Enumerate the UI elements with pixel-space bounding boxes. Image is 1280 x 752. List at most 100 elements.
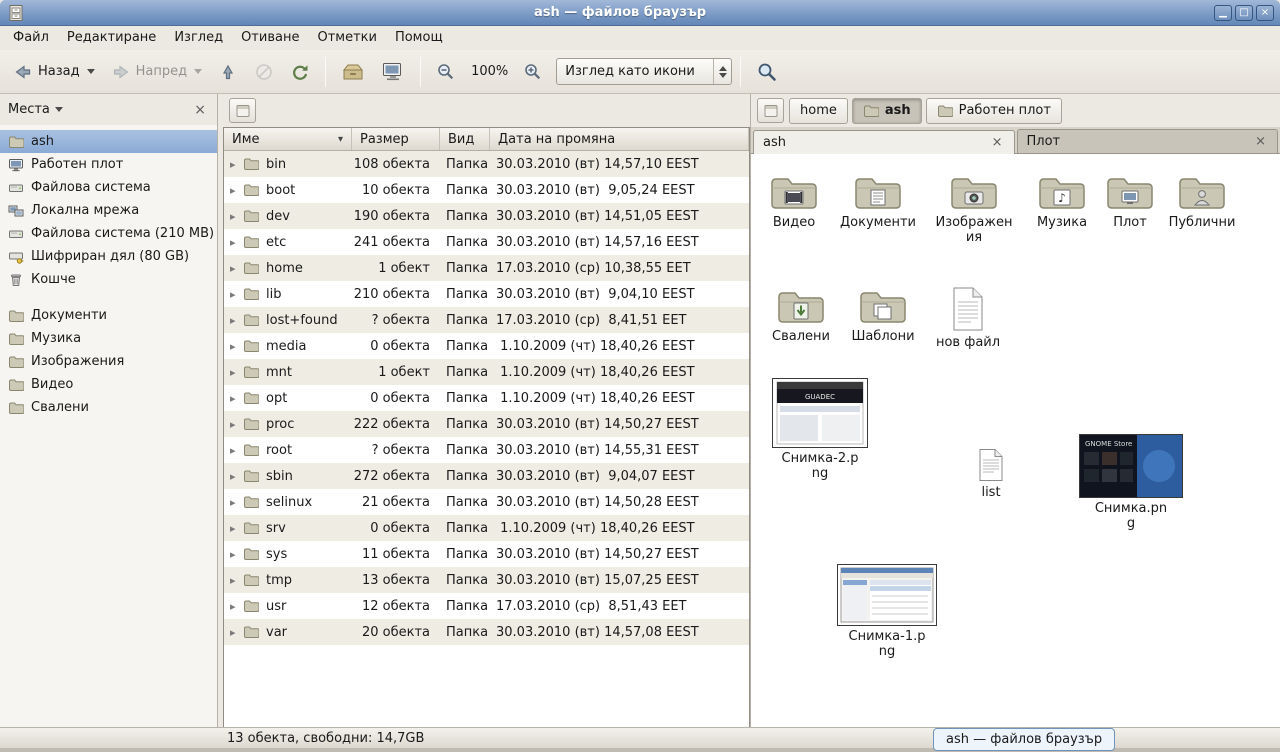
icon-view-item[interactable]: Свалени [758, 286, 844, 344]
zoom-out-button[interactable] [429, 57, 463, 87]
table-row[interactable]: ▸home1 обектПапка17.03.2010 (ср) 10,38,5… [224, 255, 749, 281]
expander-icon[interactable]: ▸ [230, 626, 243, 639]
icon-view-item[interactable]: Изображения [931, 172, 1017, 246]
minimize-button[interactable]: ▁ [1214, 5, 1232, 21]
icon-view-item[interactable]: нов файл [925, 286, 1011, 350]
back-history-dropdown-icon[interactable] [87, 69, 95, 74]
menu-item-3[interactable]: Отиване [232, 26, 308, 50]
sidebar-item[interactable]: Кошче [0, 268, 217, 291]
places-selector[interactable]: Места × [0, 94, 217, 125]
expander-icon[interactable]: ▸ [230, 392, 243, 405]
sidebar-item[interactable]: Изображения [0, 350, 217, 373]
stop-button[interactable] [247, 57, 281, 87]
expander-icon[interactable]: ▸ [230, 496, 243, 509]
expander-icon[interactable]: ▸ [230, 288, 243, 301]
icon-view-item[interactable]: Документи [835, 172, 921, 230]
location-toggle-button[interactable] [757, 98, 784, 123]
icon-view-item[interactable]: Шаблони [840, 286, 926, 344]
expander-icon[interactable]: ▸ [230, 210, 243, 223]
column-header[interactable]: Име▾ [224, 128, 352, 150]
expander-icon[interactable]: ▸ [230, 600, 243, 613]
up-button[interactable] [211, 57, 245, 87]
menu-item-1[interactable]: Редактиране [58, 26, 165, 50]
expander-icon[interactable]: ▸ [230, 470, 243, 483]
sidebar-item[interactable]: Документи [0, 304, 217, 327]
home-button[interactable] [334, 56, 372, 88]
close-button[interactable]: × [1256, 5, 1274, 21]
table-row[interactable]: ▸mnt1 обектПапка 1.10.2009 (чт) 18,40,26… [224, 359, 749, 385]
table-row[interactable]: ▸dev190 обектаПапка30.03.2010 (вт) 14,51… [224, 203, 749, 229]
path-button[interactable]: home [789, 98, 848, 124]
table-row[interactable]: ▸root? обектаПапка30.03.2010 (вт) 14,55,… [224, 437, 749, 463]
icon-view-item[interactable]: Видео [751, 172, 837, 230]
icon-view-item[interactable]: GNOME StoreСнимка.png [1079, 434, 1183, 532]
sidebar-item[interactable]: Локална мрежа [0, 199, 217, 222]
forward-button[interactable]: Напред [104, 57, 209, 87]
forward-history-dropdown-icon[interactable] [194, 69, 202, 74]
icon-view-item[interactable]: Снимка-1.png [837, 564, 937, 660]
sidebar-item[interactable]: Видео [0, 373, 217, 396]
sidebar-item[interactable]: Музика [0, 327, 217, 350]
expander-icon[interactable]: ▸ [230, 522, 243, 535]
reload-button[interactable] [283, 57, 317, 87]
table-row[interactable]: ▸proc222 обектаПапка30.03.2010 (вт) 14,5… [224, 411, 749, 437]
path-button[interactable]: Работен плот [926, 98, 1062, 124]
table-row[interactable]: ▸opt0 обектаПапка 1.10.2009 (чт) 18,40,2… [224, 385, 749, 411]
table-row[interactable]: ▸bin108 обектаПапка30.03.2010 (вт) 14,57… [224, 151, 749, 177]
expander-icon[interactable]: ▸ [230, 314, 243, 327]
column-header[interactable]: Дата на промяна [490, 128, 749, 150]
sidebar-item[interactable]: Работен плот [0, 153, 217, 176]
table-row[interactable]: ▸sbin272 обектаПапка30.03.2010 (вт) 9,04… [224, 463, 749, 489]
menu-item-2[interactable]: Изглед [165, 26, 232, 50]
column-header[interactable]: Размер [352, 128, 440, 150]
tab-close-icon[interactable]: × [990, 135, 1005, 150]
table-row[interactable]: ▸media0 обектаПапка 1.10.2009 (чт) 18,40… [224, 333, 749, 359]
sidebar-item[interactable]: Шифриран дял (80 GB) [0, 245, 217, 268]
expander-icon[interactable]: ▸ [230, 366, 243, 379]
menu-item-4[interactable]: Отметки [308, 26, 385, 50]
table-row[interactable]: ▸lost+found? обектаПапка17.03.2010 (ср) … [224, 307, 749, 333]
sidebar-item[interactable]: ash [0, 130, 217, 153]
icon-view-item[interactable]: GUADECСнимка-2.png [770, 378, 870, 482]
view-mode-dropdown[interactable]: Изглед като икони [556, 58, 732, 85]
path-button[interactable]: ash [852, 98, 922, 124]
sidebar-item[interactable]: Файлова система [0, 176, 217, 199]
menu-item-5[interactable]: Помощ [386, 26, 452, 50]
computer-button[interactable] [374, 56, 412, 88]
back-button[interactable]: Назад [6, 57, 102, 87]
table-row[interactable]: ▸boot10 обектаПапка30.03.2010 (вт) 9,05,… [224, 177, 749, 203]
tab[interactable]: ash× [753, 130, 1015, 154]
icon-view-item[interactable]: list [966, 448, 1016, 500]
maximize-button[interactable]: □ [1235, 5, 1253, 21]
table-row[interactable]: ▸var20 обектаПапка30.03.2010 (вт) 14,57,… [224, 619, 749, 645]
table-row[interactable]: ▸tmp13 обектаПапка30.03.2010 (вт) 15,07,… [224, 567, 749, 593]
sidebar-item[interactable]: Файлова система (210 MB) [0, 222, 217, 245]
expander-icon[interactable]: ▸ [230, 444, 243, 457]
sidebar-item[interactable]: Свалени [0, 396, 217, 419]
icon-view-item[interactable]: Публични [1159, 172, 1245, 230]
sidebar-close-button[interactable]: × [191, 102, 209, 118]
table-row[interactable]: ▸usr12 обектаПапка17.03.2010 (ср) 8,51,4… [224, 593, 749, 619]
table-row[interactable]: ▸lib210 обектаПапка30.03.2010 (вт) 9,04,… [224, 281, 749, 307]
table-row[interactable]: ▸selinux21 обектаПапка30.03.2010 (вт) 14… [224, 489, 749, 515]
expander-icon[interactable]: ▸ [230, 184, 243, 197]
column-header[interactable]: Вид [440, 128, 490, 150]
expander-icon[interactable]: ▸ [230, 340, 243, 353]
expander-icon[interactable]: ▸ [230, 236, 243, 249]
table-row[interactable]: ▸srv0 обектаПапка 1.10.2009 (чт) 18,40,2… [224, 515, 749, 541]
location-toggle-button[interactable] [229, 98, 256, 123]
taskbar-window-button[interactable]: ash — файлов браузър [933, 728, 1115, 751]
tab-close-icon[interactable]: × [1253, 134, 1268, 149]
menu-item-0[interactable]: Файл [4, 26, 58, 50]
search-button[interactable] [749, 56, 785, 88]
expander-icon[interactable]: ▸ [230, 262, 243, 275]
expander-icon[interactable]: ▸ [230, 574, 243, 587]
zoom-in-button[interactable] [516, 57, 550, 87]
tab[interactable]: Плот× [1017, 129, 1279, 153]
titlebar[interactable]: ash — файлов браузър ▁ □ × [0, 0, 1280, 26]
expander-icon[interactable]: ▸ [230, 548, 243, 561]
expander-icon[interactable]: ▸ [230, 158, 243, 171]
table-row[interactable]: ▸etc241 обектаПапка30.03.2010 (вт) 14,57… [224, 229, 749, 255]
expander-icon[interactable]: ▸ [230, 418, 243, 431]
table-row[interactable]: ▸sys11 обектаПапка30.03.2010 (вт) 14,50,… [224, 541, 749, 567]
